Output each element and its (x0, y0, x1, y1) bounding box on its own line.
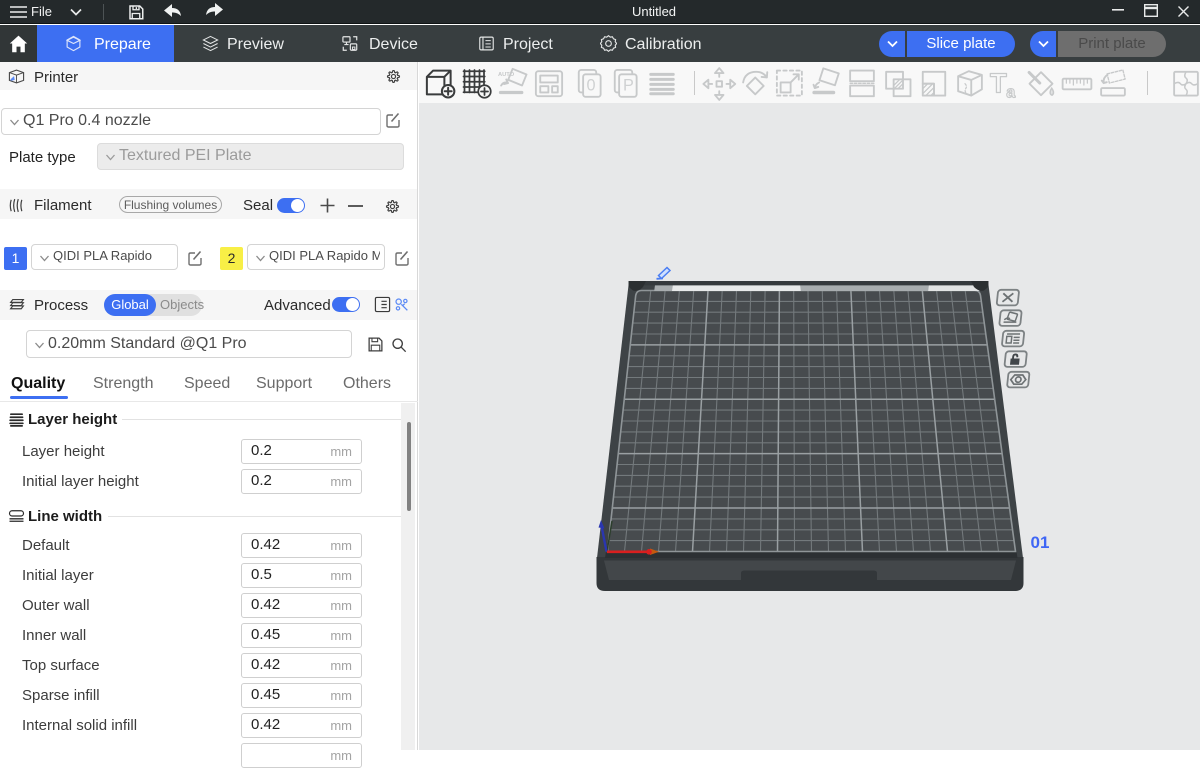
svg-text:AUTO: AUTO (498, 72, 515, 78)
svg-text:P: P (623, 77, 634, 95)
svg-text:T: T (990, 67, 1007, 98)
svg-text:01: 01 (1031, 533, 1050, 552)
svg-text:0: 0 (587, 77, 596, 95)
svg-text:a: a (1006, 83, 1016, 101)
